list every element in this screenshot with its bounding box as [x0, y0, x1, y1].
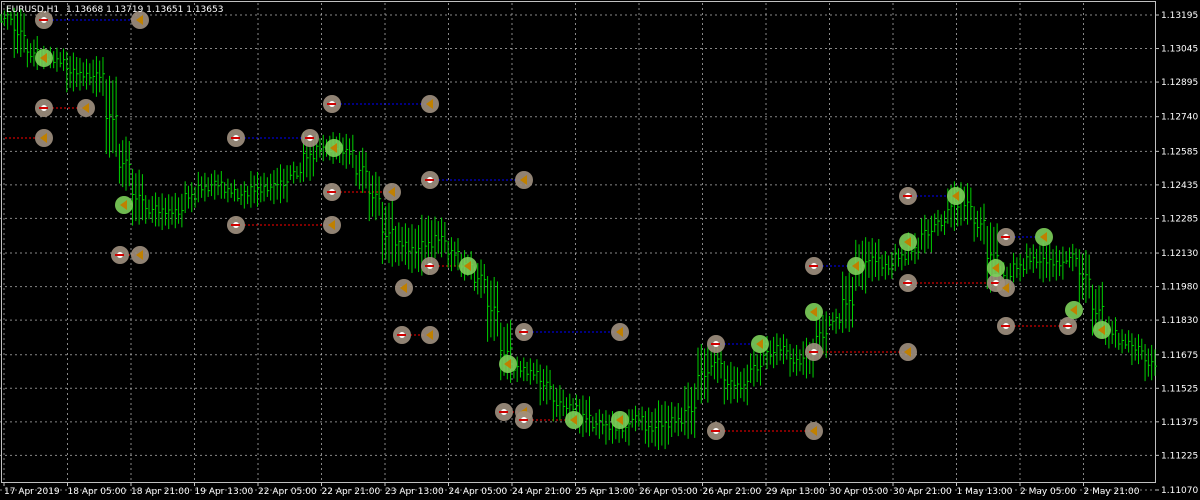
- trade-marker-win: [751, 335, 769, 353]
- trade-marker-close: [899, 343, 917, 361]
- trade-marker-win: [947, 187, 965, 205]
- x-tick-label: 29 Apr 13:00: [766, 487, 825, 497]
- trade-marker-open: [1059, 317, 1077, 335]
- trade-marker-close: [323, 216, 341, 234]
- trade-marker-open: [707, 422, 725, 440]
- price-bars: [0, 6, 1157, 450]
- chart-ohlc-label: 1.13668 1.13719 1.13651 1.13653: [66, 5, 223, 15]
- y-tick-label: 1.12895: [1161, 78, 1198, 88]
- trade-marker-open: [707, 335, 725, 353]
- trade-marker-win: [565, 411, 583, 429]
- y-tick-label: 1.11675: [1161, 351, 1198, 361]
- trade-marker-win: [459, 257, 477, 275]
- x-tick-label: 26 Apr 05:00: [639, 487, 698, 497]
- trade-marker-open: [515, 411, 533, 429]
- y-tick-label: 1.12585: [1161, 147, 1198, 157]
- chart-symbol-label: EURUSD,H1: [6, 5, 59, 15]
- trade-marker-win: [1093, 321, 1111, 339]
- trade-marker-open: [997, 317, 1015, 335]
- x-tick-label: 23 Apr 13:00: [385, 487, 444, 497]
- x-tick-label: 18 Apr 21:00: [131, 487, 190, 497]
- trade-marker-close: [611, 323, 629, 341]
- trade-marker-open: [515, 323, 533, 341]
- x-tick-label: 25 Apr 13:00: [576, 487, 635, 497]
- x-tick-label: 2 May 21:00: [1084, 487, 1140, 497]
- trade-marker-close: [997, 279, 1015, 297]
- y-tick-label: 1.11070: [1161, 486, 1198, 496]
- trade-marker-open: [899, 187, 917, 205]
- trade-marker-win: [847, 257, 865, 275]
- trade-marker-open: [393, 326, 411, 344]
- trade-marker-open: [421, 171, 439, 189]
- y-tick-label: 1.12740: [1161, 113, 1198, 123]
- trade-marker-open: [495, 403, 513, 421]
- plot-frame: [1, 1, 1156, 483]
- trade-marker-open: [997, 228, 1015, 246]
- trade-marker-open: [805, 343, 823, 361]
- x-tick-label: 22 Apr 05:00: [258, 487, 317, 497]
- trade-marker-close: [131, 246, 149, 264]
- trade-marker-close: [421, 95, 439, 113]
- y-tick-label: 1.11980: [1161, 283, 1198, 293]
- y-tick-label: 1.11830: [1161, 316, 1198, 326]
- trade-marker-win: [987, 259, 1005, 277]
- trade-marker-open: [805, 257, 823, 275]
- y-tick-label: 1.12130: [1161, 249, 1198, 259]
- x-tick-label: 26 Apr 21:00: [703, 487, 762, 497]
- x-tick-label: 19 Apr 13:00: [195, 487, 254, 497]
- x-tick-label: 30 Apr 05:00: [830, 487, 889, 497]
- x-tick-label: 24 Apr 21:00: [512, 487, 571, 497]
- y-tick-label: 1.13195: [1161, 11, 1198, 21]
- trade-marker-close: [383, 183, 401, 201]
- trade-marker-open: [227, 216, 245, 234]
- trade-marker-win: [899, 233, 917, 251]
- y-tick-label: 1.11525: [1161, 384, 1198, 394]
- trade-marker-win: [499, 355, 517, 373]
- trade-marker-open: [227, 129, 245, 147]
- trade-marker-close: [35, 129, 53, 147]
- trade-marker-open: [323, 95, 341, 113]
- trade-marker-win: [1065, 301, 1083, 319]
- y-tick-label: 1.11225: [1161, 451, 1198, 461]
- x-tick-label: 30 Apr 21:00: [893, 487, 952, 497]
- x-tick-label: 18 Apr 05:00: [68, 487, 127, 497]
- x-tick-label: 22 Apr 21:00: [322, 487, 381, 497]
- trade-marker-open: [323, 183, 341, 201]
- price-chart[interactable]: 1.13195 1.13045 1.12895 1.12740 1.12585 1.124…: [0, 0, 1200, 500]
- trade-marker-open: [899, 274, 917, 292]
- y-tick-label: 1.11375: [1161, 418, 1198, 428]
- trade-marker-win: [35, 49, 53, 67]
- x-tick-label: 24 Apr 05:00: [449, 487, 508, 497]
- trade-marker-open: [111, 246, 129, 264]
- trade-marker-close: [421, 326, 439, 344]
- trade-markers: [35, 11, 1111, 440]
- trade-marker-close: [395, 279, 413, 297]
- x-tick-label: 2 May 05:00: [1020, 487, 1076, 497]
- trade-marker-open: [35, 99, 53, 117]
- trade-marker-win: [611, 411, 629, 429]
- y-tick-label: 1.12285: [1161, 214, 1198, 224]
- trade-marker-win: [115, 196, 133, 214]
- trade-marker-win: [805, 303, 823, 321]
- trade-marker-close: [77, 99, 95, 117]
- y-tick-label: 1.13045: [1161, 45, 1198, 55]
- trade-marker-open: [301, 129, 319, 147]
- trade-marker-win: [1035, 228, 1053, 246]
- y-tick-label: 1.12435: [1161, 181, 1198, 191]
- trade-marker-win: [325, 139, 343, 157]
- axes: 1.13195 1.13045 1.12895 1.12740 1.12585 1.124…: [3, 11, 1198, 497]
- trade-marker-close: [515, 171, 533, 189]
- x-tick-label: 17 Apr 2019: [4, 487, 60, 497]
- trade-marker-open: [421, 257, 439, 275]
- x-tick-label: 1 May 13:00: [957, 487, 1013, 497]
- trade-marker-close: [805, 422, 823, 440]
- chart-window[interactable]: 1.13195 1.13045 1.12895 1.12740 1.12585 1.124…: [0, 0, 1200, 500]
